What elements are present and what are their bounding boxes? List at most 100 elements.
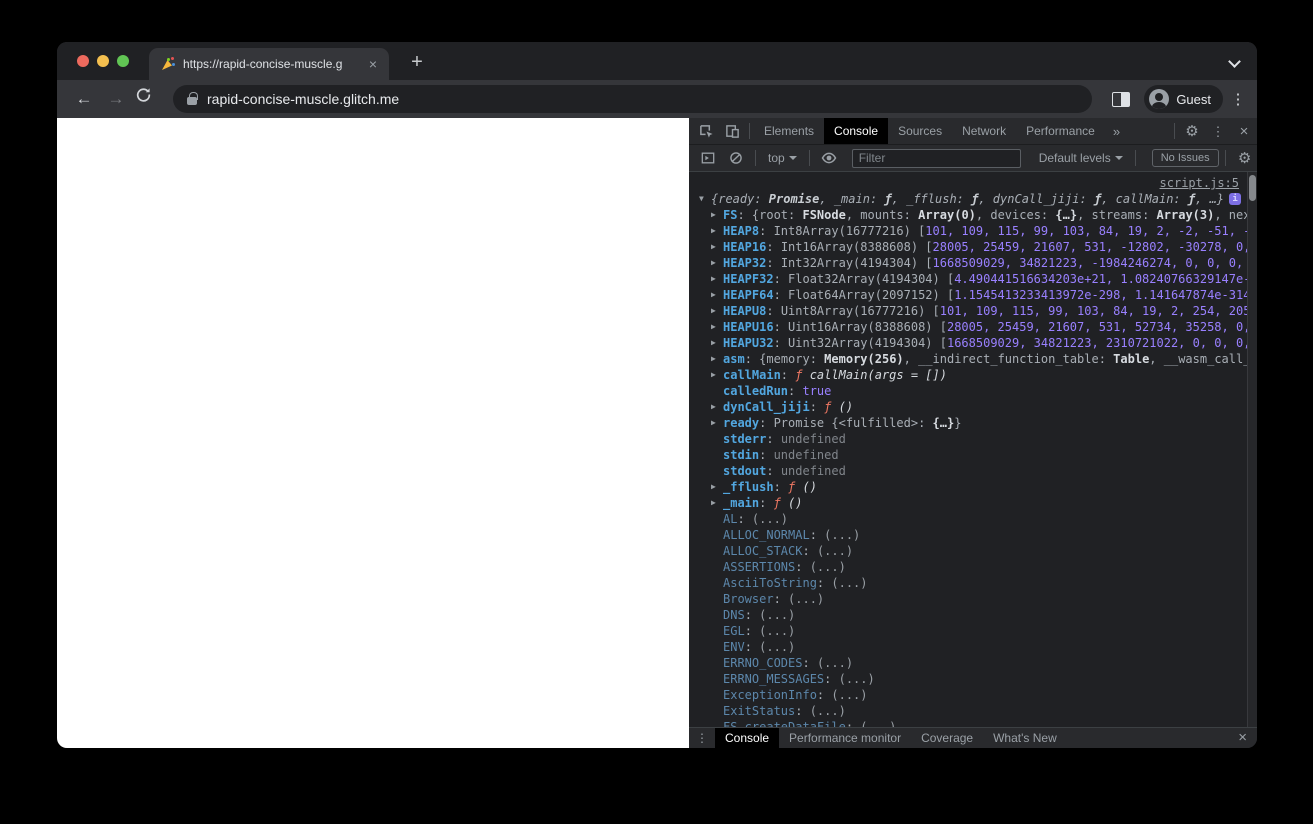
- console-row[interactable]: ▶ asm: {memory: Memory(256), __indirect_f…: [689, 351, 1247, 367]
- property-name: stderr: [723, 432, 767, 446]
- info-icon[interactable]: i: [1229, 193, 1242, 205]
- new-tab-button[interactable]: +: [403, 49, 431, 77]
- value-segment: ƒ: [788, 480, 803, 494]
- disclosure-arrow-icon[interactable]: ▶: [711, 351, 723, 367]
- console-row[interactable]: ▶ dynCall_jiji: ƒ (): [689, 399, 1247, 415]
- side-panel-icon[interactable]: [1112, 91, 1131, 107]
- tab-performance[interactable]: Performance: [1016, 118, 1105, 144]
- context-selector[interactable]: top: [762, 151, 803, 165]
- value-segment: {root:: [751, 208, 803, 222]
- console-row[interactable]: ▶ callMain: ƒ callMain(args = []): [689, 367, 1247, 383]
- reload-button[interactable]: [135, 86, 161, 112]
- disclosure-arrow-icon[interactable]: ▶: [711, 207, 723, 223]
- console-row[interactable]: ▶ HEAP16: Int16Array(8388608) [28005, 254…: [689, 239, 1247, 255]
- disclosure-arrow-icon[interactable]: ▶: [711, 287, 723, 303]
- chevron-down-icon: [788, 156, 797, 160]
- tab-console[interactable]: Console: [824, 118, 889, 144]
- value-segment: , __indirect_function_table:: [903, 352, 1114, 366]
- disclosure-arrow-icon[interactable]: ▶: [711, 415, 723, 431]
- disclosure-arrow-icon[interactable]: ▶: [711, 271, 723, 287]
- maximize-window-button[interactable]: [117, 55, 129, 67]
- console-row[interactable]: ▶ _fflush: ƒ (): [689, 479, 1247, 495]
- drawer-close-icon[interactable]: ×: [1228, 729, 1257, 747]
- console-row: ALLOC_STACK: (...): [723, 544, 854, 558]
- devtools-tabs: Elements Console Sources Network Performance: [754, 118, 1105, 144]
- url-text[interactable]: rapid-concise-muscle.glitch.me: [207, 91, 399, 107]
- no-issues-button[interactable]: No Issues: [1151, 149, 1219, 167]
- value-segment: (...): [788, 592, 825, 606]
- drawer-tab-performance-monitor[interactable]: Performance monitor: [779, 728, 911, 748]
- console-row[interactable]: ▶ HEAP8: Int8Array(16777216) [101, 109, 1…: [689, 223, 1247, 239]
- tab-elements[interactable]: Elements: [754, 118, 824, 144]
- disclosure-arrow-icon[interactable]: ▶: [711, 367, 723, 383]
- page-viewport[interactable]: [57, 118, 689, 748]
- value-segment: (...): [759, 624, 796, 638]
- devtools-close-icon[interactable]: ×: [1231, 118, 1257, 144]
- console-settings-icon[interactable]: ⚙: [1232, 145, 1257, 171]
- disclosure-arrow-icon[interactable]: ▶: [711, 255, 723, 271]
- tab-network[interactable]: Network: [952, 118, 1016, 144]
- disclosure-arrow-icon[interactable]: ▼: [699, 191, 711, 207]
- disclosure-arrow-icon[interactable]: ▶: [711, 239, 723, 255]
- value-segment: ƒ: [1187, 192, 1196, 206]
- property-name: HEAP8: [723, 224, 760, 238]
- clear-console-icon[interactable]: [723, 145, 749, 171]
- console-row[interactable]: ▶ HEAPF32: Float32Array(4194304) [4.49044…: [689, 271, 1247, 287]
- console-row[interactable]: ▶ _main: ƒ (): [689, 495, 1247, 511]
- source-link[interactable]: script.js:5: [1160, 176, 1239, 190]
- tab-sources[interactable]: Sources: [888, 118, 952, 144]
- value-segment: undefined: [780, 432, 846, 446]
- tab-close-icon[interactable]: ×: [365, 56, 381, 72]
- live-expression-eye-icon[interactable]: [816, 145, 842, 171]
- value-segment: , mounts:: [845, 208, 919, 222]
- close-window-button[interactable]: [77, 55, 89, 67]
- device-toolbar-icon[interactable]: [719, 118, 745, 144]
- filter-input[interactable]: [851, 148, 1021, 168]
- devtools-settings-icon[interactable]: ⚙: [1179, 118, 1205, 144]
- disclosure-arrow-icon[interactable]: ▶: [711, 303, 723, 319]
- value-segment: , nex: [1214, 208, 1247, 222]
- forward-button[interactable]: →: [103, 86, 129, 112]
- console-row[interactable]: ▶ HEAPU8: Uint8Array(16777216) [101, 109,…: [689, 303, 1247, 319]
- devtools-menu-icon[interactable]: ⋮: [1205, 118, 1231, 144]
- content-area: Elements Console Sources Network Performance…: [57, 118, 1257, 748]
- disclosure-arrow-icon[interactable]: ▶: [711, 495, 723, 511]
- drawer-tab-what-s-new[interactable]: What's New: [983, 728, 1067, 748]
- console-sidebar-toggle-icon[interactable]: [695, 145, 721, 171]
- minimize-window-button[interactable]: [97, 55, 109, 67]
- console-row[interactable]: ▼ {ready: Promise, _main: ƒ, _fflush: ƒ, …: [689, 191, 1247, 207]
- disclosure-arrow-icon[interactable]: ▶: [711, 479, 723, 495]
- divider: [1224, 150, 1226, 166]
- console-row[interactable]: ▶ HEAPU32: Uint32Array(4194304) [16685090…: [689, 335, 1247, 351]
- drawer-menu-icon[interactable]: ⋮: [689, 731, 715, 745]
- property-name: stdout: [723, 464, 767, 478]
- log-levels-dropdown[interactable]: Default levels: [1033, 151, 1129, 165]
- value-segment: Table: [1113, 352, 1150, 366]
- value-segment: (...): [759, 640, 796, 654]
- browser-menu-icon[interactable]: ⋮: [1229, 90, 1247, 108]
- more-tabs-button[interactable]: »: [1105, 124, 1128, 139]
- scrollbar-thumb[interactable]: [1249, 175, 1256, 201]
- value-segment: (...): [751, 512, 789, 526]
- console-scrollbar[interactable]: [1247, 172, 1257, 727]
- value-segment: Float64Array(2097152) [: [788, 288, 955, 302]
- disclosure-arrow-icon[interactable]: ▶: [711, 399, 723, 415]
- back-button[interactable]: ←: [71, 86, 97, 112]
- profile-button[interactable]: Guest: [1144, 85, 1223, 113]
- inspect-element-icon[interactable]: [693, 118, 719, 144]
- disclosure-arrow-icon[interactable]: ▶: [711, 319, 723, 335]
- browser-tab[interactable]: https://rapid-concise-muscle.g ×: [149, 48, 389, 80]
- address-bar[interactable]: rapid-concise-muscle.glitch.me: [173, 85, 1093, 113]
- value-segment: Uint8Array(16777216) [: [780, 304, 940, 318]
- console-row[interactable]: ▶ HEAP32: Int32Array(4194304) [1668509029…: [689, 255, 1247, 271]
- drawer-tab-console[interactable]: Console: [715, 728, 780, 748]
- console-row[interactable]: ▶ FS: {root: FSNode, mounts: Array(0), de…: [689, 207, 1247, 223]
- chevron-down-icon[interactable]: [1229, 56, 1239, 66]
- console-row[interactable]: ▶ HEAPF64: Float64Array(2097152) [1.15454…: [689, 287, 1247, 303]
- console-row[interactable]: ▶ ready: Promise {<fulfilled>: {…}}: [689, 415, 1247, 431]
- disclosure-arrow-icon[interactable]: ▶: [711, 335, 723, 351]
- lock-icon[interactable]: [187, 91, 198, 105]
- drawer-tab-coverage[interactable]: Coverage: [911, 728, 983, 748]
- disclosure-arrow-icon[interactable]: ▶: [711, 223, 723, 239]
- console-row[interactable]: ▶ HEAPU16: Uint16Array(8388608) [28005, 2…: [689, 319, 1247, 335]
